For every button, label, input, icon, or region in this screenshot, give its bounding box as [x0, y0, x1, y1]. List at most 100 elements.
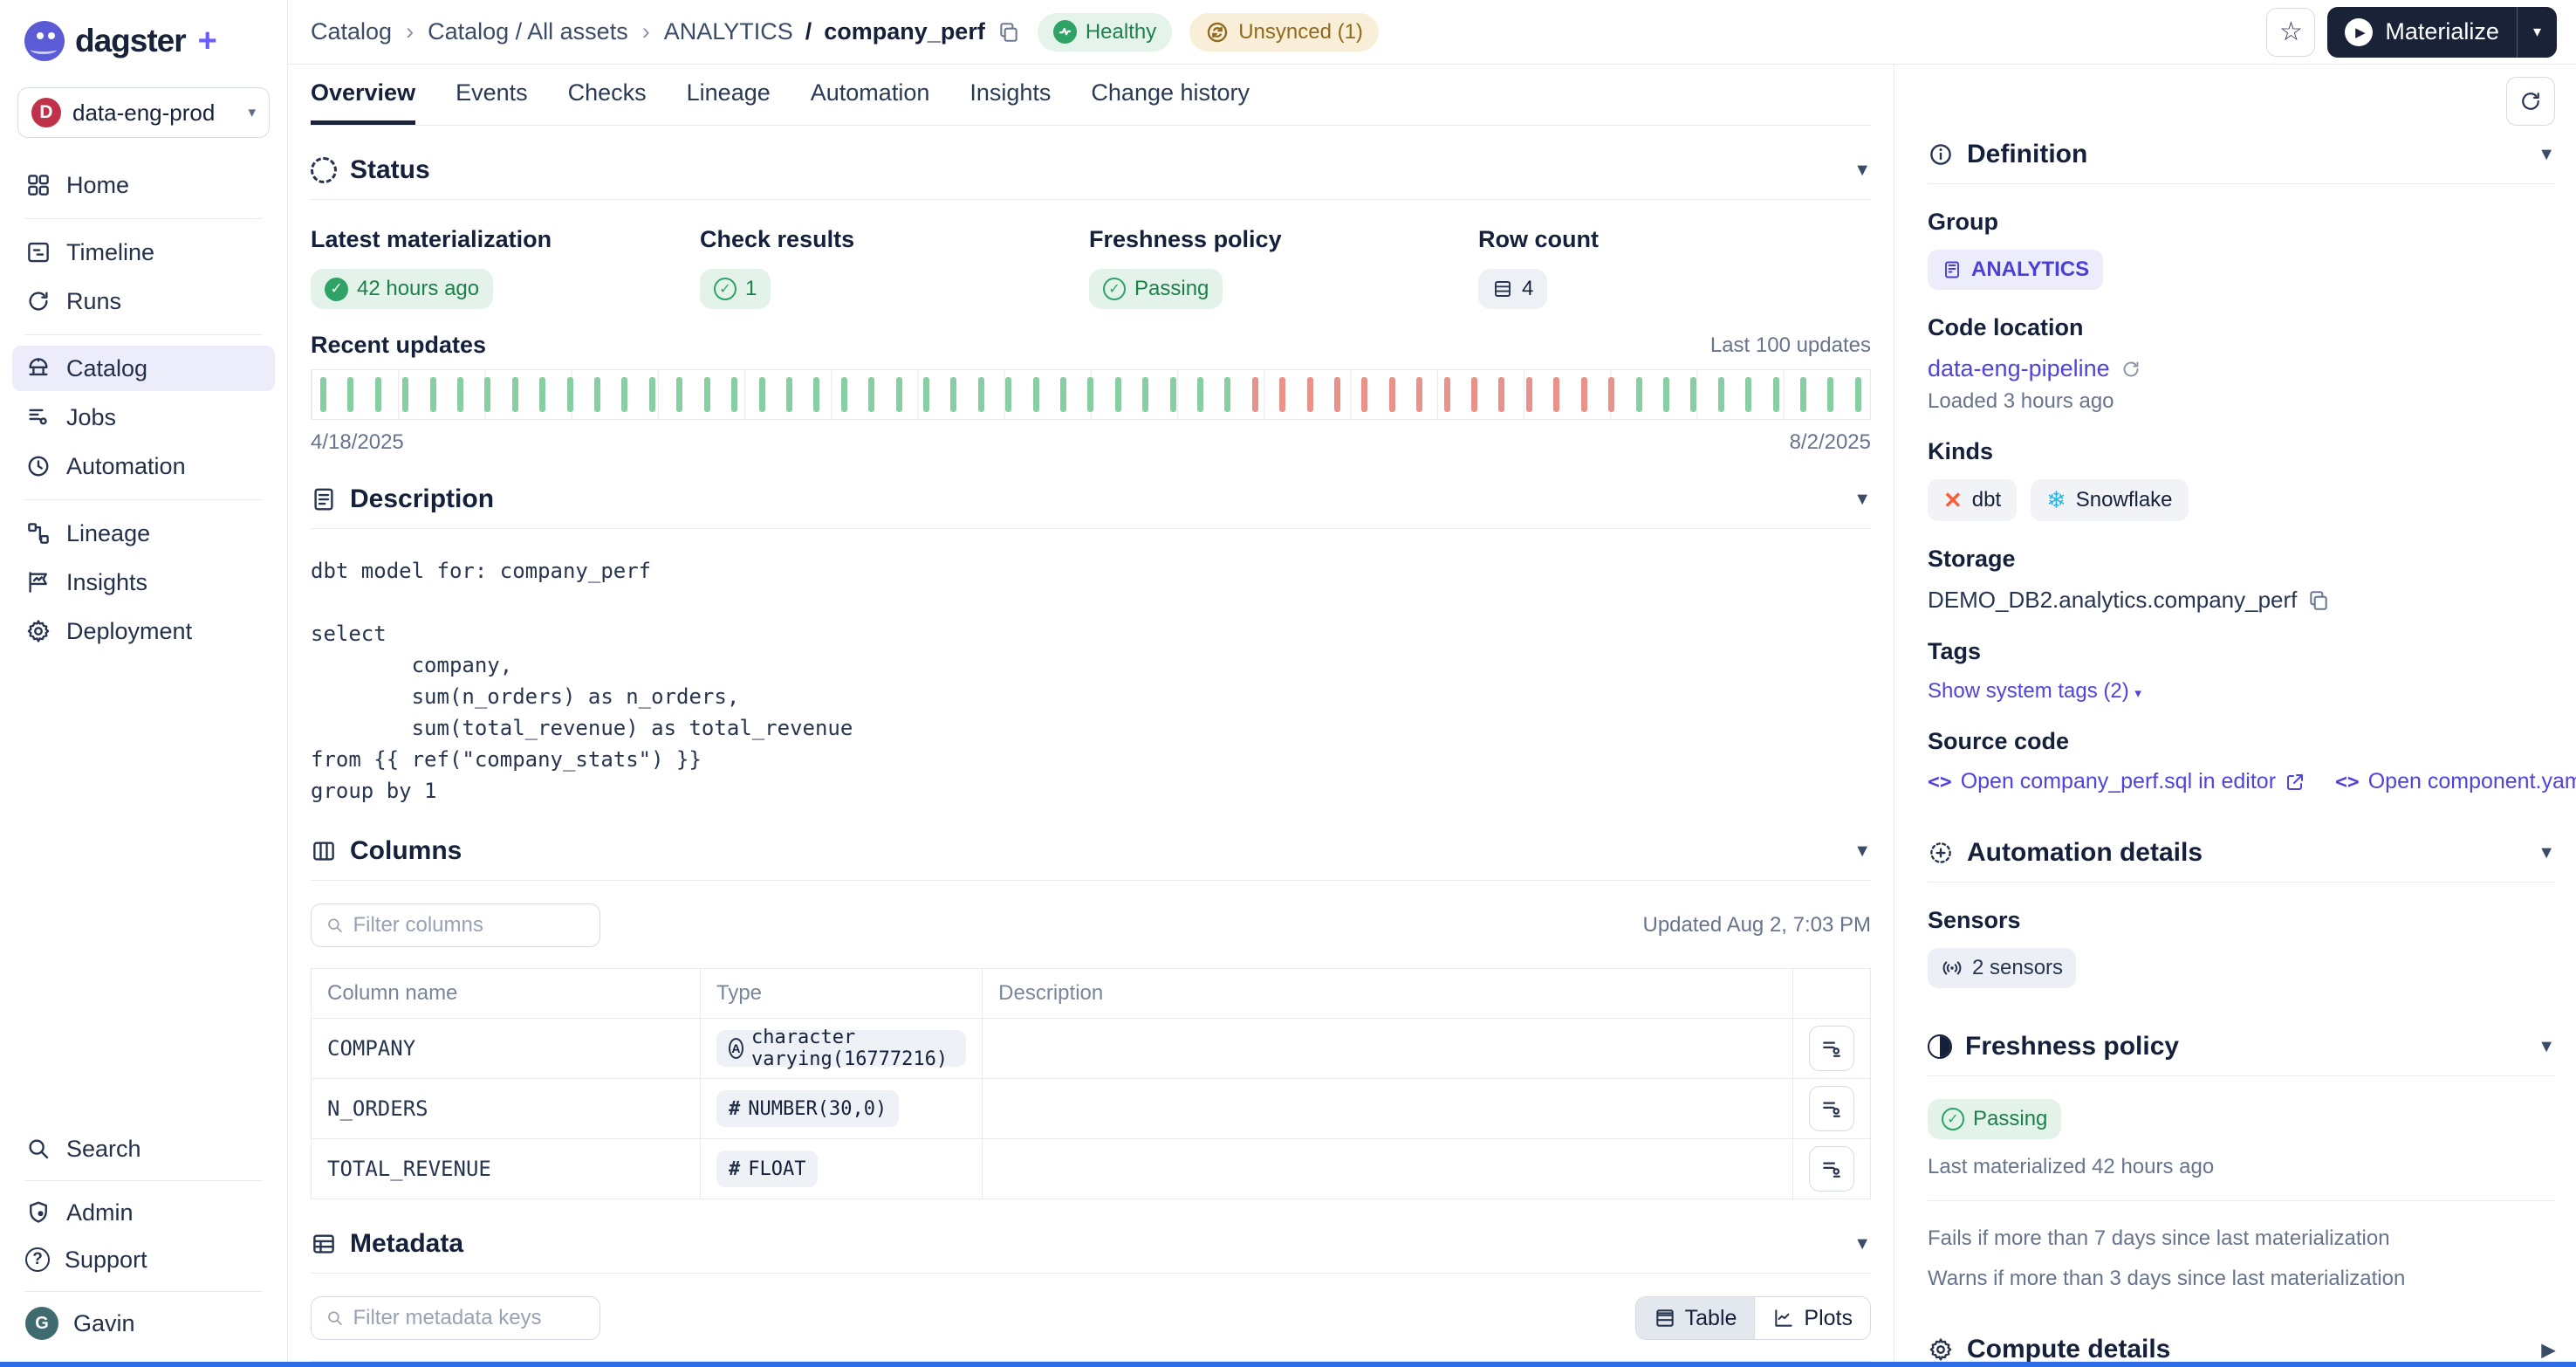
health-status-badge[interactable]: Healthy — [1038, 13, 1172, 52]
update-bar-success[interactable] — [950, 377, 956, 412]
update-bar-success[interactable] — [1087, 377, 1093, 412]
filter-metadata-field[interactable] — [311, 1296, 600, 1340]
check-results-pill[interactable]: ✓ 1 — [700, 269, 771, 309]
filter-columns-field[interactable] — [311, 903, 600, 947]
sidebar-item-timeline[interactable]: Timeline — [12, 230, 275, 275]
expand-caret-icon[interactable]: ▶ — [2542, 1339, 2555, 1361]
sidebar-item-deployment[interactable]: Deployment — [12, 608, 275, 654]
update-bar-success[interactable] — [1170, 377, 1176, 412]
collapse-caret-icon[interactable]: ▼ — [2538, 145, 2555, 165]
update-bar-success[interactable] — [1800, 377, 1806, 412]
table-row[interactable]: N_ORDERS #NUMBER(30,0) — [312, 1079, 1871, 1139]
update-bar-failure[interactable] — [1553, 377, 1559, 412]
toggle-plots[interactable]: Plots — [1754, 1297, 1870, 1339]
update-bar-failure[interactable] — [1334, 377, 1340, 412]
update-bar-success[interactable] — [567, 377, 573, 412]
code-location-link[interactable]: data-eng-pipeline — [1928, 355, 2110, 382]
copy-icon[interactable] — [997, 21, 1020, 44]
dagster-logo[interactable]: dagster + — [0, 21, 287, 61]
tab-lineage[interactable]: Lineage — [687, 65, 771, 125]
update-bar-success[interactable] — [786, 377, 792, 412]
kind-pill-snowflake[interactable]: ❄ Snowflake — [2031, 479, 2188, 521]
collapse-caret-icon[interactable]: ▼ — [1853, 490, 1871, 510]
update-bar-success[interactable] — [649, 377, 655, 412]
update-bar-failure[interactable] — [1252, 377, 1258, 412]
update-bar-success[interactable] — [1690, 377, 1696, 412]
update-bar-success[interactable] — [1060, 377, 1066, 412]
update-bar-success[interactable] — [676, 377, 682, 412]
update-bar-success[interactable] — [1115, 377, 1121, 412]
open-yaml-link[interactable]: <> Open component.yaml in editor — [2335, 769, 2576, 794]
column-lineage-button[interactable] — [1809, 1026, 1854, 1071]
materialization-pill[interactable]: ✓ 42 hours ago — [311, 269, 493, 309]
update-bar-failure[interactable] — [1581, 377, 1587, 412]
table-row[interactable]: COMPANY Acharacter varying(16777216) — [312, 1019, 1871, 1079]
freshness-pill[interactable]: ✓ Passing — [1089, 269, 1223, 309]
update-bar-success[interactable] — [1663, 377, 1669, 412]
tab-automation[interactable]: Automation — [811, 65, 930, 125]
update-bar-success[interactable] — [978, 377, 984, 412]
user-menu[interactable]: G Gavin — [12, 1301, 275, 1346]
update-bar-failure[interactable] — [1416, 377, 1422, 412]
update-bar-failure[interactable] — [1444, 377, 1450, 412]
update-bar-success[interactable] — [512, 377, 518, 412]
collapse-caret-icon[interactable]: ▼ — [1853, 841, 1871, 862]
update-bar-success[interactable] — [594, 377, 600, 412]
update-bar-failure[interactable] — [1279, 377, 1285, 412]
update-bar-success[interactable] — [1773, 377, 1779, 412]
kind-pill-dbt[interactable]: ✕ dbt — [1928, 479, 2017, 521]
update-bar-success[interactable] — [1142, 377, 1148, 412]
sidebar-item-admin[interactable]: Admin — [12, 1190, 275, 1235]
sidebar-item-lineage[interactable]: Lineage — [12, 511, 275, 556]
update-bar-success[interactable] — [923, 377, 929, 412]
reload-icon[interactable] — [2120, 359, 2141, 380]
tab-change-history[interactable]: Change history — [1091, 65, 1250, 125]
update-bar-success[interactable] — [1827, 377, 1833, 412]
update-bar-success[interactable] — [704, 377, 710, 412]
favorite-button[interactable]: ☆ — [2266, 8, 2315, 57]
sidebar-item-runs[interactable]: Runs — [12, 278, 275, 324]
sidebar-item-support[interactable]: ? Support — [12, 1237, 275, 1282]
tab-checks[interactable]: Checks — [568, 65, 647, 125]
breadcrumb-catalog[interactable]: Catalog — [311, 18, 392, 45]
materialize-dropdown[interactable]: ▾ — [2518, 23, 2557, 41]
update-bar-success[interactable] — [841, 377, 847, 412]
update-bar-success[interactable] — [375, 377, 381, 412]
update-bar-failure[interactable] — [1471, 377, 1477, 412]
sensors-pill[interactable]: 2 sensors — [1928, 948, 2076, 988]
refresh-button[interactable] — [2506, 77, 2555, 126]
update-bar-success[interactable] — [1636, 377, 1642, 412]
filter-metadata-input[interactable] — [353, 1306, 586, 1330]
collapse-caret-icon[interactable]: ▼ — [2538, 843, 2555, 863]
update-bar-success[interactable] — [1033, 377, 1039, 412]
tab-insights[interactable]: Insights — [969, 65, 1051, 125]
collapse-caret-icon[interactable]: ▼ — [2538, 1037, 2555, 1057]
update-bar-success[interactable] — [402, 377, 408, 412]
update-bar-success[interactable] — [347, 377, 353, 412]
update-bar-success[interactable] — [430, 377, 436, 412]
column-lineage-button[interactable] — [1809, 1086, 1854, 1131]
update-bar-success[interactable] — [539, 377, 545, 412]
breadcrumb-all-assets[interactable]: Catalog / All assets — [428, 18, 628, 45]
update-bar-success[interactable] — [621, 377, 627, 412]
table-row[interactable]: TOTAL_REVENUE #FLOAT — [312, 1139, 1871, 1199]
update-bar-success[interactable] — [1197, 377, 1203, 412]
update-bar-failure[interactable] — [1389, 377, 1395, 412]
update-bar-success[interactable] — [457, 377, 463, 412]
tab-overview[interactable]: Overview — [311, 65, 415, 125]
update-bar-success[interactable] — [484, 377, 490, 412]
update-bar-success[interactable] — [731, 377, 737, 412]
update-bar-failure[interactable] — [1526, 377, 1532, 412]
deployment-switcher[interactable]: D data-eng-prod ▾ — [17, 87, 270, 138]
toggle-table[interactable]: Table — [1636, 1297, 1755, 1339]
group-pill[interactable]: ANALYTICS — [1928, 250, 2103, 290]
update-bar-success[interactable] — [759, 377, 765, 412]
update-bar-failure[interactable] — [1361, 377, 1367, 412]
update-bar-success[interactable] — [813, 377, 819, 412]
update-bar-success[interactable] — [1745, 377, 1751, 412]
collapse-caret-icon[interactable]: ▼ — [1853, 161, 1871, 181]
update-bar-success[interactable] — [896, 377, 902, 412]
update-bar-success[interactable] — [1855, 377, 1861, 412]
sidebar-item-automation[interactable]: Automation — [12, 443, 275, 489]
show-system-tags-link[interactable]: Show system tags (2) ▾ — [1928, 679, 2555, 704]
